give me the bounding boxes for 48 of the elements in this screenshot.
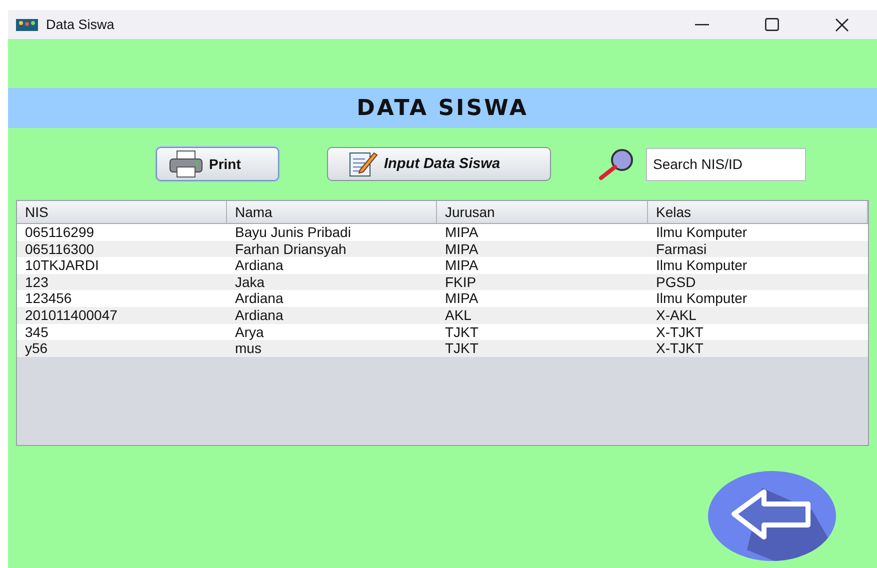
table-cell-text: X-TJKT [655,340,704,357]
table-cell-text: Ardiana [234,290,284,307]
printer-icon [169,150,203,178]
table-cell-text: 201011400047 [24,306,118,324]
table-cell-text: Farmasi [655,240,708,258]
table-cell-text: y56 [24,340,49,357]
table-cell-text: X-TJKT [655,324,704,340]
table-cell-text: Farhan Driansyah [234,240,348,258]
column-header[interactable]: Kelas [648,201,868,223]
table-cell-text: Bayu Junis Pribadi [234,224,352,241]
table-cell-text: Jaka [234,274,266,290]
table-cell-text: 123456 [24,290,73,307]
back-button[interactable] [707,470,837,562]
table-cell-text: MIPA [444,290,480,307]
table-cell-text: Arya [234,324,265,340]
close-icon [835,18,849,32]
table-cell-text: PGSD [655,274,697,290]
table-cell-text: 123 [24,274,50,290]
table-cell-text: mus [234,340,262,357]
table-cell-text: FKIP [444,274,478,290]
maximize-icon [765,18,779,31]
table-cell-text: Ilmu Komputer [655,224,748,241]
search-field[interactable]: Search NIS/ID [646,148,806,180]
page-title: DATA SISWA [356,96,528,120]
table-cell-text: 10TKJARDI [24,257,100,274]
table-cell-text: Ardiana [234,306,284,324]
table-cell-text: MIPA [444,224,480,241]
table-cell-text: MIPA [444,240,480,258]
table-cell-text: 065116300 [24,240,96,258]
table-cell-text: 065116299 [24,224,96,241]
table-cell-text: AKL [444,306,472,324]
input-data-button[interactable]: Input Data Siswa [327,147,551,181]
table-cell-text: X-AKL [655,306,698,324]
pencil-document-icon [348,150,378,178]
table-cell-text: TJKT [444,324,480,340]
table-cell-text: MIPA [444,257,480,274]
table-cell-text: 345 [24,324,50,340]
column-header[interactable]: Jurusan [437,201,648,223]
table-cell-text: Ilmu Komputer [655,290,748,307]
table-cell-text: Ardiana [234,257,284,274]
column-header[interactable]: Nama [227,201,437,223]
app-icon [16,18,38,30]
window-title: Data Siswa [46,17,116,32]
table-cell-text: Ilmu Komputer [655,257,748,274]
print-button[interactable]: Print [156,147,279,181]
column-header[interactable]: NIS [17,201,227,223]
minimize-icon [695,24,709,26]
table-cell-text: TJKT [444,340,480,357]
